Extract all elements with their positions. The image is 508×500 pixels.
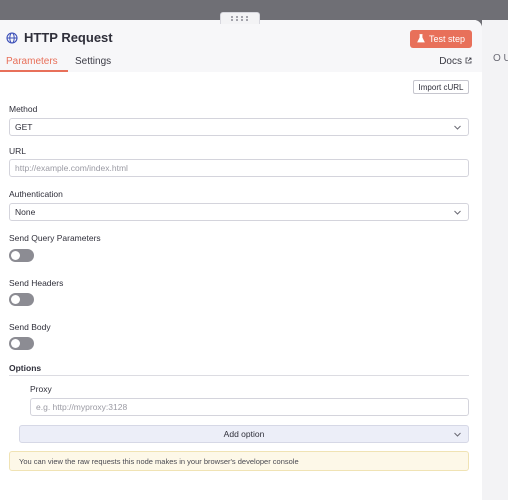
toggle-knob bbox=[11, 339, 20, 348]
output-panel: O U bbox=[482, 20, 508, 500]
node-parameters-panel: HTTP Request Test step Parameters Settin… bbox=[0, 20, 482, 500]
proxy-label: Proxy bbox=[30, 384, 52, 394]
docs-link[interactable]: Docs bbox=[439, 56, 472, 67]
authentication-label: Authentication bbox=[9, 189, 63, 199]
output-panel-label: O U bbox=[493, 53, 508, 64]
options-divider bbox=[9, 375, 469, 376]
options-title: Options bbox=[9, 363, 42, 373]
tab-settings[interactable]: Settings bbox=[75, 56, 111, 67]
test-step-label: Test step bbox=[428, 34, 466, 44]
authentication-value: None bbox=[15, 207, 36, 217]
drag-dots-icon bbox=[231, 16, 249, 21]
node-title[interactable]: HTTP Request bbox=[24, 30, 113, 45]
developer-console-notice: You can view the raw requests this node … bbox=[9, 451, 469, 471]
send-query-toggle[interactable] bbox=[9, 249, 34, 262]
chevron-down-icon bbox=[453, 208, 462, 219]
notice-text: You can view the raw requests this node … bbox=[19, 456, 299, 466]
url-label: URL bbox=[9, 146, 27, 156]
tab-parameters[interactable]: Parameters bbox=[6, 56, 58, 67]
docs-link-label: Docs bbox=[439, 56, 462, 67]
import-curl-button[interactable]: Import cURL bbox=[413, 80, 469, 94]
authentication-select[interactable]: None bbox=[9, 203, 469, 221]
chevron-down-icon bbox=[453, 123, 462, 134]
url-input[interactable]: http://example.com/index.html bbox=[9, 159, 469, 177]
test-step-button[interactable]: Test step bbox=[410, 30, 472, 48]
url-placeholder: http://example.com/index.html bbox=[15, 163, 128, 173]
proxy-input[interactable]: e.g. http://myproxy:3128 bbox=[30, 398, 469, 416]
active-tab-indicator bbox=[0, 70, 68, 72]
method-select[interactable]: GET bbox=[9, 118, 469, 136]
method-label: Method bbox=[9, 104, 38, 114]
send-query-label: Send Query Parameters bbox=[9, 233, 101, 243]
add-option-label: Add option bbox=[223, 429, 265, 439]
toggle-knob bbox=[11, 295, 20, 304]
panel-tabs: Parameters Settings Docs bbox=[0, 52, 482, 72]
node-title-wrap: HTTP Request bbox=[6, 30, 113, 45]
send-headers-toggle[interactable] bbox=[9, 293, 34, 306]
method-value: GET bbox=[15, 122, 33, 132]
proxy-placeholder: e.g. http://myproxy:3128 bbox=[36, 402, 128, 412]
drag-handle[interactable] bbox=[220, 12, 260, 24]
send-body-label: Send Body bbox=[9, 322, 51, 332]
panel-header: HTTP Request Test step Parameters Settin… bbox=[0, 20, 482, 72]
flask-icon bbox=[417, 33, 425, 45]
chevron-down-icon bbox=[453, 430, 462, 441]
globe-icon bbox=[6, 31, 18, 44]
send-body-toggle[interactable] bbox=[9, 337, 34, 350]
external-link-icon bbox=[465, 56, 472, 67]
toggle-knob bbox=[11, 251, 20, 260]
send-headers-label: Send Headers bbox=[9, 278, 64, 288]
add-option-button[interactable]: Add option bbox=[19, 425, 469, 443]
